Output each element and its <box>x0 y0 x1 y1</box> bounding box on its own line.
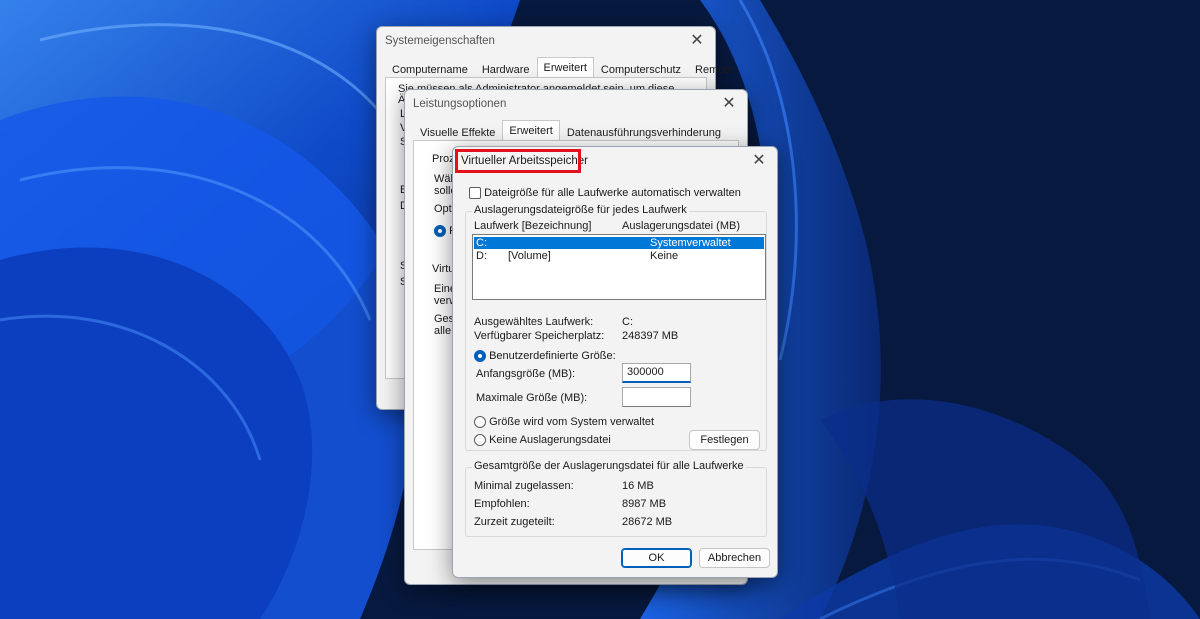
system-managed-radio[interactable] <box>474 416 486 429</box>
drive-letter: D: <box>476 250 487 262</box>
custom-size-label: Benutzerdefinierte Größe: <box>489 350 616 362</box>
tab-hardware[interactable]: Hardware <box>475 59 537 79</box>
fragment-text: alle <box>434 325 452 337</box>
current-label: Zurzeit zugeteilt: <box>474 516 555 528</box>
tab-erweitert[interactable]: Erweitert <box>502 120 560 142</box>
custom-size-option: Benutzerdefinierte Größe: <box>474 350 616 363</box>
no-paging-label: Keine Auslagerungsdatei <box>489 434 611 446</box>
system-managed-option: Größe wird vom System verwaltet <box>474 416 655 429</box>
system-properties-titlebar: Systemeigenschaften <box>377 27 715 55</box>
max-size-label: Maximale Größe (MB): <box>476 392 588 404</box>
tab-computerschutz[interactable]: Computerschutz <box>594 59 688 79</box>
virtual-memory-dialog: Virtueller Arbeitsspeicher ✕ Dateigröße … <box>452 146 778 578</box>
custom-size-radio[interactable] <box>474 350 486 363</box>
system-properties-tabs: Computername Hardware Erweitert Computer… <box>385 57 741 79</box>
drive-paging-size: Keine <box>650 250 679 262</box>
tab-computername[interactable]: Computername <box>385 59 475 79</box>
close-icon[interactable]: ✕ <box>687 31 707 51</box>
tab-visual-effects[interactable]: Visuelle Effekte <box>413 122 502 142</box>
column-header-drive: Laufwerk [Bezeichnung] <box>474 220 592 232</box>
cancel-button[interactable]: Abbrechen <box>699 548 770 568</box>
tab-erweitert[interactable]: Erweitert <box>536 57 594 79</box>
drive-row[interactable]: C: Systemverwaltet <box>474 237 764 249</box>
drive-paging-size: Systemverwaltet <box>650 237 731 249</box>
recommended-label: Empfohlen: <box>474 498 530 510</box>
auto-manage-label: Dateigröße für alle Laufwerke automatisc… <box>484 187 741 199</box>
max-size-input[interactable] <box>622 387 691 407</box>
drive-letter: C: <box>476 237 487 249</box>
total-size-group: Gesamtgröße der Auslagerungsdatei für al… <box>465 460 767 537</box>
drive-label: [Volume] <box>508 250 551 262</box>
performance-options-title: Leistungsoptionen <box>413 98 507 110</box>
ok-button[interactable]: OK <box>621 548 692 568</box>
performance-options-tabs: Visuelle Effekte Erweitert Datenausführu… <box>413 120 728 142</box>
set-button[interactable]: Festlegen <box>689 430 760 450</box>
performance-options-titlebar: Leistungsoptionen <box>405 90 747 118</box>
virtual-memory-title: Virtueller Arbeitsspeicher <box>461 155 588 167</box>
auto-manage-checkbox[interactable] <box>469 187 481 200</box>
min-allowed-label: Minimal zugelassen: <box>474 480 574 492</box>
auto-manage-row: Dateigröße für alle Laufwerke automatisc… <box>469 187 741 200</box>
drive-row[interactable]: D: [Volume] Keine <box>474 250 764 262</box>
total-size-group-title: Gesamtgröße der Auslagerungsdatei für al… <box>472 460 746 472</box>
tab-remote[interactable]: Remote <box>688 59 741 79</box>
no-paging-radio[interactable] <box>474 434 486 447</box>
free-space-value: 248397 MB <box>622 330 679 342</box>
column-header-paging: Auslagerungsdatei (MB) <box>622 220 741 232</box>
min-allowed-value: 16 MB <box>622 480 654 492</box>
free-space-label: Verfügbarer Speicherplatz: <box>474 330 605 342</box>
selected-drive-value: C: <box>622 316 633 328</box>
per-drive-group: Auslagerungsdateigröße für jedes Laufwer… <box>465 204 767 451</box>
system-properties-title: Systemeigenschaften <box>385 35 495 47</box>
virtual-memory-titlebar: Virtueller Arbeitsspeicher <box>453 147 777 175</box>
selected-drive-label: Ausgewähltes Laufwerk: <box>474 316 594 328</box>
close-icon[interactable]: ✕ <box>749 151 769 171</box>
tab-dep[interactable]: Datenausführungsverhinderung <box>560 122 728 142</box>
drive-list[interactable]: C: Systemverwaltet D: [Volume] Keine <box>472 234 766 300</box>
radio-button[interactable] <box>434 225 446 238</box>
initial-size-label: Anfangsgröße (MB): <box>476 368 576 380</box>
recommended-value: 8987 MB <box>622 498 667 510</box>
system-managed-label: Größe wird vom System verwaltet <box>489 416 655 428</box>
initial-size-input[interactable]: 300000 <box>622 363 691 383</box>
per-drive-group-title: Auslagerungsdateigröße für jedes Laufwer… <box>472 204 689 216</box>
current-value: 28672 MB <box>622 516 673 528</box>
no-paging-option: Keine Auslagerungsdatei <box>474 434 611 447</box>
close-icon[interactable]: ✕ <box>719 94 739 114</box>
